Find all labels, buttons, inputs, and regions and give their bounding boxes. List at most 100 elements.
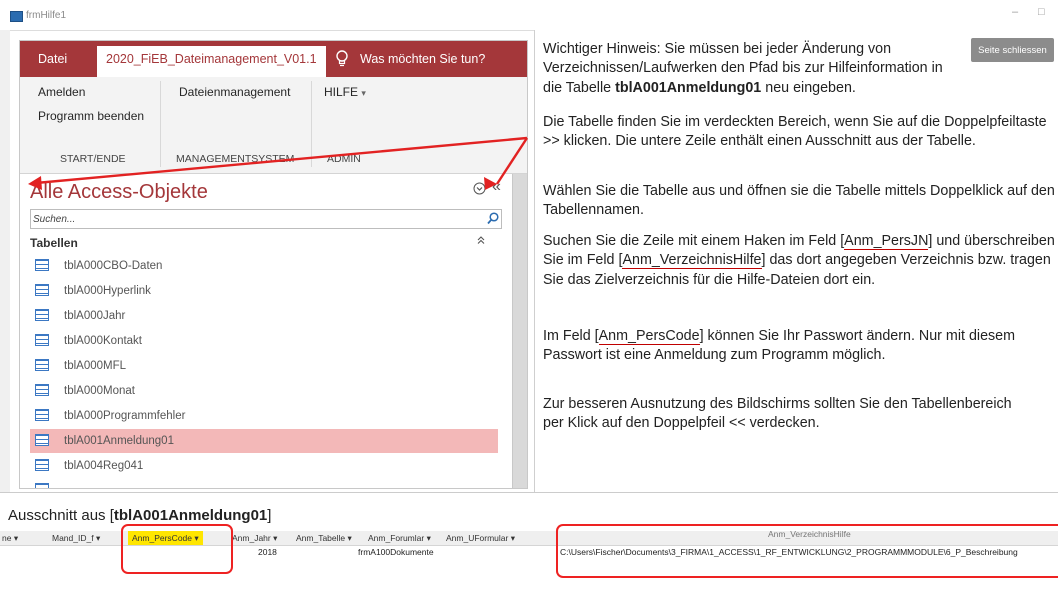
column-header[interactable]: Mand_ID_f ▾	[52, 533, 100, 544]
list-item-table[interactable]: tblA000MFL	[30, 354, 498, 378]
nav-search-input[interactable]	[33, 212, 473, 226]
field-name: Anm_PersCode	[598, 328, 700, 345]
lightbulb-icon	[335, 50, 349, 68]
hint-paragraph-5: Im Feld [Anm_PersCode] können Sie Ihr Pa…	[543, 327, 1055, 366]
hint-paragraph-3: Wählen Sie die Tabelle aus und öffnen si…	[543, 183, 1055, 219]
column-header[interactable]: Anm_UFormular ▾	[446, 533, 515, 544]
annotation-box-perscode	[121, 524, 233, 574]
tabellen-section-header[interactable]: Tabellen	[30, 236, 78, 250]
ribbon-separator	[160, 81, 161, 167]
minimize-button[interactable]: –	[1012, 6, 1018, 18]
table-name: tblA004Reg041	[64, 460, 144, 472]
maximize-button[interactable]: □	[1038, 6, 1045, 18]
column-header[interactable]: Anm_Tabelle ▾	[296, 533, 352, 544]
column-header-label: Mand_ID_f	[52, 533, 94, 543]
hint-paragraph-4: Suchen Sie die Zeile mit einem Haken im …	[543, 232, 1055, 290]
nav-pane-title: Alle Access-Objekte	[30, 181, 208, 203]
column-header-label: Anm_Tabelle	[296, 533, 346, 543]
column-header-label: Anm_Jahr	[232, 533, 271, 543]
search-icon[interactable]	[487, 212, 499, 225]
hint-text: Im Feld [	[543, 328, 599, 344]
anmelden-button[interactable]: Amelden	[38, 85, 85, 99]
column-header-label: ne	[2, 533, 12, 543]
hilfe-label: HILFE	[324, 85, 359, 99]
table-icon	[35, 284, 49, 296]
window-titlebar: frmHilfe1 – □	[0, 0, 1058, 30]
nav-search-box	[30, 209, 502, 229]
table-name: tblA000Monat	[64, 385, 135, 397]
section-collapse-icon[interactable]	[476, 235, 486, 248]
list-item-table[interactable]: tblA000CBO-Daten	[30, 254, 498, 278]
ribbon-body: Amelden Programm beenden Dateienmanageme…	[20, 77, 527, 174]
table-icon	[35, 334, 49, 346]
column-header-label: Anm_UFormular	[446, 533, 509, 543]
nav-menu-chevron-icon[interactable]	[473, 182, 486, 198]
list-item-table[interactable]: tblA004Reg041	[30, 454, 498, 478]
ribbon-tab-bar: Datei 2020_FiEB_Dateimanagement_V01.1 Wa…	[20, 41, 527, 77]
sort-arrow-icon: ▾	[510, 533, 516, 543]
sort-arrow-icon: ▾	[273, 533, 278, 543]
column-header[interactable]: Anm_Forumlar ▾	[368, 533, 431, 544]
annotation-box-verzeichnis	[556, 524, 1058, 578]
close-page-button[interactable]: Seite schliessen	[971, 38, 1054, 62]
list-item-table[interactable]: tblA000Monat	[30, 379, 498, 403]
cell-anm-formular[interactable]: frmA100Dokumente	[358, 547, 434, 557]
cell-anm-jahr[interactable]: 2018	[258, 547, 277, 557]
hint-paragraph-1: Wichtiger Hinweis: Sie müssen bei jeder …	[543, 40, 963, 98]
field-name: Anm_VerzeichnisHilfe	[622, 252, 762, 270]
table-icon	[35, 309, 49, 321]
table-name: tblA000Jahr	[64, 310, 126, 322]
navigation-pane: Alle Access-Objekte « Tabellen tblA000CB…	[20, 174, 512, 488]
tab-dateimanagement[interactable]: 2020_FiEB_Dateimanagement_V01.1	[97, 46, 326, 77]
column-header-label: Anm_Forumlar	[368, 533, 425, 543]
tell-me-search[interactable]: Was möchten Sie tun?	[360, 52, 485, 66]
table-icon	[35, 259, 49, 271]
list-item-table-selected[interactable]: tblA001Anmeldung01	[30, 429, 498, 453]
table-name: tblA000Hyperlink	[64, 285, 151, 297]
table-icon	[35, 483, 49, 488]
table-name-bold: tblA001Anmeldung01	[615, 79, 762, 96]
programm-beenden-button[interactable]: Programm beenden	[38, 109, 144, 123]
table-icon	[35, 384, 49, 396]
tab-datei[interactable]: Datei	[38, 52, 67, 66]
access-form-icon	[10, 11, 23, 22]
sort-arrow-icon: ▾	[426, 533, 431, 543]
nav-scrollbar[interactable]	[512, 174, 527, 488]
collapse-pane-icon[interactable]: «	[492, 178, 501, 196]
list-item-table[interactable]: tblA000Kontakt	[30, 329, 498, 353]
group-label-admin: ADMIN	[327, 153, 361, 165]
excerpt-title-text: Ausschnitt aus [	[8, 507, 114, 524]
table-name: tblA000CBO-Daten	[64, 260, 163, 272]
sort-arrow-icon: ▾	[347, 533, 352, 543]
table-icon	[35, 459, 49, 471]
column-header[interactable]: ne ▾	[2, 533, 18, 544]
ribbon-separator	[311, 81, 312, 167]
hint-paragraph-2: Die Tabelle finden Sie im verdeckten Ber…	[543, 114, 1047, 150]
hilfe-dropdown[interactable]: HILFE ▾	[324, 85, 366, 99]
group-label-start-ende: START/ENDE	[60, 153, 126, 165]
access-screenshot: Datei 2020_FiEB_Dateimanagement_V01.1 Wa…	[19, 40, 528, 489]
dateienmanagement-button[interactable]: Dateienmanagement	[179, 85, 290, 99]
list-item-table[interactable]: tblA000Programmfehler	[30, 404, 498, 428]
chevron-down-icon: ▾	[361, 88, 366, 98]
list-item-table[interactable]: tblA000Jahr	[30, 304, 498, 328]
list-item-table[interactable]: tblA000Hyperlink	[30, 279, 498, 303]
sort-arrow-icon: ▾	[13, 533, 19, 543]
table-icon	[35, 409, 49, 421]
table-name: tblA000Kontakt	[64, 335, 143, 347]
column-header[interactable]: Anm_Jahr ▾	[232, 533, 277, 544]
field-name: Anm_PersJN	[844, 233, 929, 250]
sort-arrow-icon: ▾	[95, 533, 101, 543]
window-title: frmHilfe1	[26, 10, 67, 21]
group-label-managementsystem: MANAGEMENTSYSTEM	[176, 153, 295, 165]
table-name: tblA000MFL	[64, 360, 127, 372]
hint-text: Suchen Sie die Zeile mit einem Haken im …	[543, 233, 845, 249]
table-name: tblA000Programmfehler	[64, 410, 186, 422]
hint-paragraph-6: Zur besseren Ausnutzung des Bildschirms …	[543, 396, 1012, 432]
help-panel: Seite schliessen Wichtiger Hinweis: Sie …	[534, 30, 1058, 492]
table-icon	[35, 434, 49, 446]
hint-text: neu eingeben.	[761, 79, 856, 96]
excerpt-title: Ausschnitt aus [tblA001Anmeldung01]	[8, 507, 271, 524]
excerpt-table-name: tblA001Anmeldung01	[113, 507, 268, 524]
table-name: tblA001Anmeldung01	[64, 435, 174, 447]
